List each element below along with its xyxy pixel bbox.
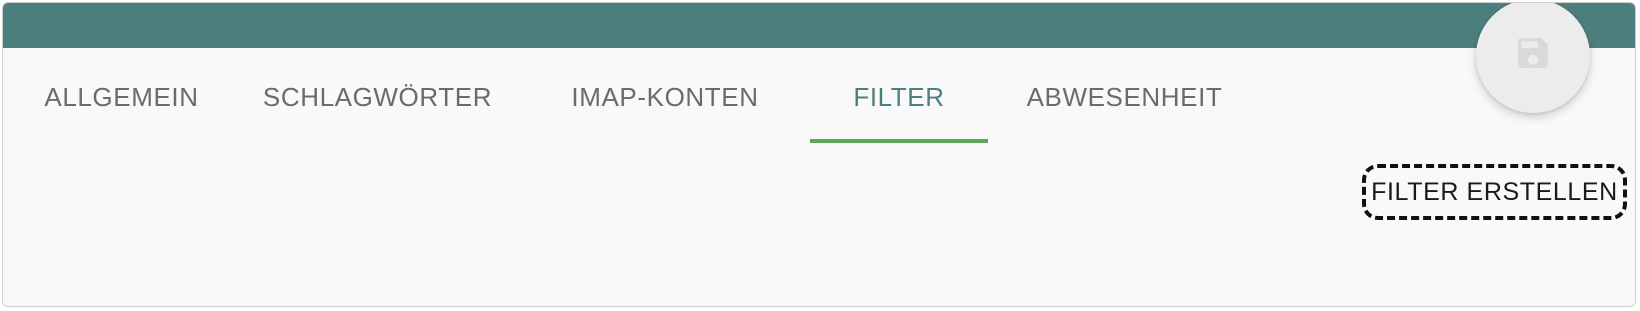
active-tab-indicator <box>810 139 988 143</box>
tab-filter[interactable]: FILTER <box>810 48 988 145</box>
tab-imap-konten[interactable]: IMAP-KONTEN <box>554 48 776 145</box>
create-filter-button[interactable]: FILTER ERSTELLEN <box>1362 164 1627 220</box>
tab-abwesenheit[interactable]: ABWESENHEIT <box>1018 48 1231 145</box>
tab-allgemein[interactable]: ALLGEMEIN <box>3 48 240 145</box>
tab-bar: ALLGEMEIN SCHLAGWÖRTER IMAP-KONTEN FILTE… <box>3 48 1635 145</box>
save-button[interactable] <box>1476 3 1590 113</box>
save-icon <box>1513 35 1553 78</box>
header-bar <box>3 3 1635 48</box>
tab-schlagwoerter[interactable]: SCHLAGWÖRTER <box>240 48 515 145</box>
settings-panel: ALLGEMEIN SCHLAGWÖRTER IMAP-KONTEN FILTE… <box>2 2 1636 307</box>
